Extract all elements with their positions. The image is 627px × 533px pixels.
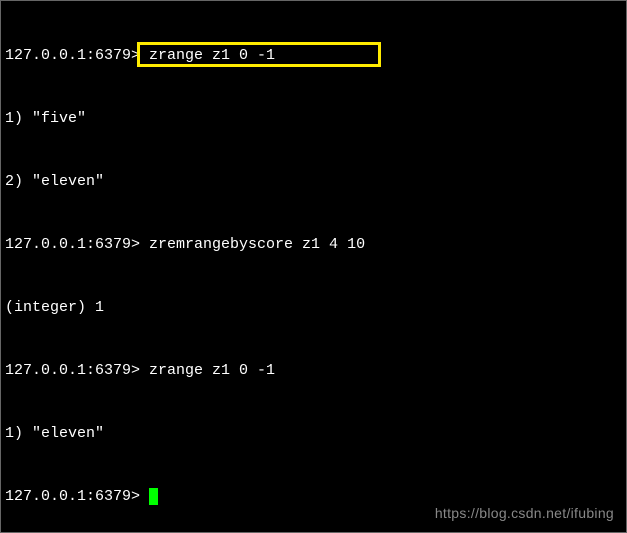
watermark-text: https://blog.csdn.net/ifubing bbox=[435, 504, 614, 524]
prompt: 127.0.0.1:6379> bbox=[5, 47, 140, 64]
command: zrange z1 0 -1 bbox=[140, 362, 275, 379]
terminal-line: 127.0.0.1:6379> zrange z1 0 -1 bbox=[5, 45, 622, 66]
output-text: (integer) 1 bbox=[5, 299, 104, 316]
terminal-output[interactable]: 127.0.0.1:6379> zrange z1 0 -1 1) "five"… bbox=[5, 3, 622, 528]
terminal-line: 1) "eleven" bbox=[5, 423, 622, 444]
output-text: 1) "eleven" bbox=[5, 425, 104, 442]
command: zremrangebyscore z1 4 10 bbox=[140, 236, 365, 253]
prompt: 127.0.0.1:6379> bbox=[5, 362, 140, 379]
terminal-line: 127.0.0.1:6379> zremrangebyscore z1 4 10 bbox=[5, 234, 622, 255]
prompt: 127.0.0.1:6379> bbox=[5, 488, 149, 505]
output-text: 2) "eleven" bbox=[5, 173, 104, 190]
prompt: 127.0.0.1:6379> bbox=[5, 236, 140, 253]
terminal-line: 2) "eleven" bbox=[5, 171, 622, 192]
command: zrange z1 0 -1 bbox=[140, 47, 275, 64]
terminal-line: (integer) 1 bbox=[5, 297, 622, 318]
cursor[interactable] bbox=[149, 488, 158, 505]
terminal-line: 127.0.0.1:6379> zrange z1 0 -1 bbox=[5, 360, 622, 381]
terminal-line: 1) "five" bbox=[5, 108, 622, 129]
output-text: 1) "five" bbox=[5, 110, 86, 127]
